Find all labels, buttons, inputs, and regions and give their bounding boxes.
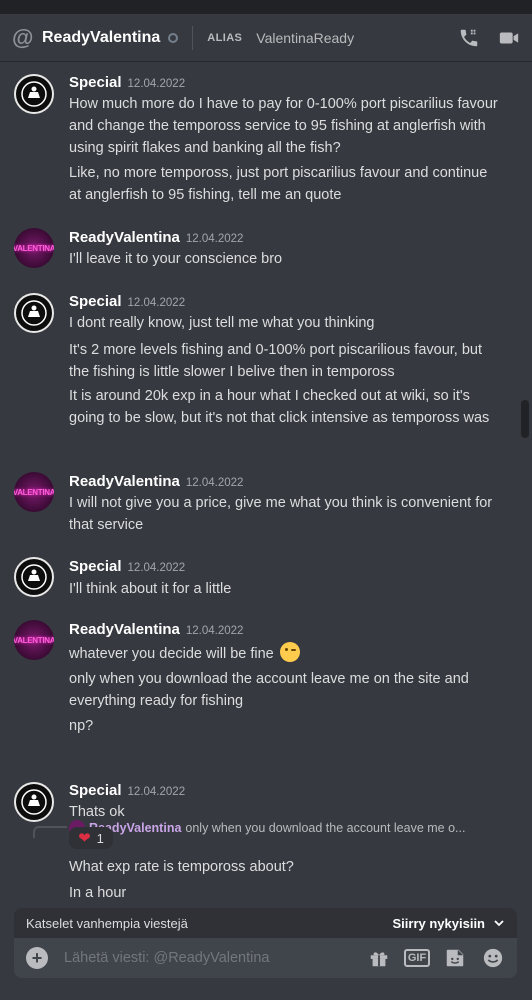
reaction-count: 1 xyxy=(96,830,104,846)
message-author[interactable]: Special 12.04.2022 xyxy=(69,558,185,575)
video-icon[interactable] xyxy=(498,27,520,49)
call-icon[interactable] xyxy=(458,27,480,49)
chevron-down-icon xyxy=(494,920,504,927)
message-timestamp: 12.04.2022 xyxy=(127,297,186,309)
dm-username[interactable]: ReadyValentina xyxy=(42,29,160,47)
message-text: Thats ok xyxy=(69,804,125,820)
message-text: It's 2 more levels fishing and 0-100% po… xyxy=(69,342,483,380)
at-icon: @ xyxy=(12,24,34,50)
message-timestamp: 12.04.2022 xyxy=(127,78,186,90)
wink-emoji-icon xyxy=(279,642,300,662)
message-text: In a hour xyxy=(69,885,127,901)
gift-icon[interactable] xyxy=(367,946,391,970)
message-text: I will not give you a price, give me wha… xyxy=(69,495,493,533)
window-top-strip xyxy=(0,0,532,14)
jump-to-present-button[interactable]: Siirry nykyisiin xyxy=(393,916,506,931)
scrollbar-thumb[interactable] xyxy=(521,400,529,438)
avatar[interactable]: VALENTINA xyxy=(14,228,54,268)
message-text: whatever you decide will be fine xyxy=(69,642,499,665)
message-timestamp: 12.04.2022 xyxy=(185,233,244,245)
message-composer[interactable]: + Lähetä viesti: @ReadyValentina GIF xyxy=(14,938,517,978)
message-text: I dont really know, just tell me what yo… xyxy=(69,315,375,331)
avatar[interactable] xyxy=(14,782,54,822)
message-text: only when you download the account leave… xyxy=(69,671,469,709)
message-text: Like, no more tempoross, just port pisca… xyxy=(69,165,488,203)
emoji-icon[interactable] xyxy=(481,946,505,970)
message-text: I'll think about it for a little xyxy=(69,581,232,597)
message-text: What exp rate is tempoross about? xyxy=(69,859,294,875)
message-author[interactable]: ReadyValentina 12.04.2022 xyxy=(69,473,243,490)
message-text: I'll leave it to your conscience bro xyxy=(69,251,283,267)
channel-header: @ ReadyValentina ALIAS ValentinaReady xyxy=(0,14,532,62)
message-author[interactable]: Special 12.04.2022 xyxy=(69,293,185,310)
status-offline-icon xyxy=(168,32,179,43)
message-author[interactable]: Special 12.04.2022 xyxy=(69,782,185,799)
reaction-heart[interactable]: ❤ 1 xyxy=(69,827,113,849)
message-input[interactable]: Lähetä viesti: @ReadyValentina xyxy=(64,950,367,966)
message-author[interactable]: Special 12.04.2022 xyxy=(69,74,185,91)
heart-icon: ❤ xyxy=(78,830,91,847)
avatar[interactable] xyxy=(14,557,54,597)
message-list[interactable]: Special 12.04.2022 How much more do I hav… xyxy=(0,62,532,908)
gif-icon[interactable]: GIF xyxy=(403,946,431,970)
avatar[interactable]: VALENTINA xyxy=(14,472,54,512)
message-timestamp: 12.04.2022 xyxy=(127,786,186,798)
sticker-icon[interactable] xyxy=(443,946,467,970)
message-timestamp: 12.04.2022 xyxy=(185,625,244,637)
alias-value: ValentinaReady xyxy=(256,29,355,46)
message-text: np? xyxy=(69,718,94,734)
older-messages-bar: Katselet vanhempia viestejä Siirry nykyi… xyxy=(14,908,517,938)
avatar[interactable] xyxy=(14,293,54,333)
message-text: How much more do I have to pay for 0-100… xyxy=(69,96,498,156)
avatar[interactable] xyxy=(14,74,54,114)
add-attachment-icon[interactable]: + xyxy=(26,947,48,969)
reply-connector xyxy=(33,826,67,838)
alias-label: ALIAS xyxy=(207,31,243,44)
message-timestamp: 12.04.2022 xyxy=(185,477,244,489)
message-author[interactable]: ReadyValentina 12.04.2022 xyxy=(69,621,243,638)
message-author[interactable]: ReadyValentina 12.04.2022 xyxy=(69,229,243,246)
avatar[interactable]: VALENTINA xyxy=(14,620,54,660)
older-messages-text: Katselet vanhempia viestejä xyxy=(26,915,188,931)
header-divider xyxy=(192,25,194,50)
message-text: It is around 20k exp in a hour what I ch… xyxy=(69,388,490,426)
message-timestamp: 12.04.2022 xyxy=(127,562,186,574)
